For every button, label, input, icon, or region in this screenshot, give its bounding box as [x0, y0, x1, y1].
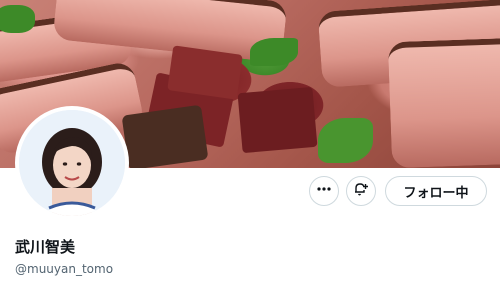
more-horizontal-icon — [316, 181, 332, 201]
banner-lettuce — [0, 5, 35, 33]
following-button[interactable]: フォロー中 — [385, 176, 487, 206]
banner-lettuce — [250, 38, 298, 66]
banner-meat-cube — [237, 86, 318, 154]
avatar-portrait — [19, 110, 125, 216]
display-name: 武川智美 — [15, 238, 76, 256]
bell-plus-icon — [353, 181, 369, 201]
banner-meat-slice — [387, 37, 500, 168]
banner-meat-cube — [167, 45, 243, 100]
banner-meat-cube — [121, 104, 209, 168]
notifications-button[interactable] — [346, 176, 376, 206]
banner-lettuce — [318, 118, 373, 163]
avatar[interactable] — [19, 110, 125, 216]
more-button[interactable] — [309, 176, 339, 206]
user-handle: @muuyan_tomo — [15, 262, 114, 276]
